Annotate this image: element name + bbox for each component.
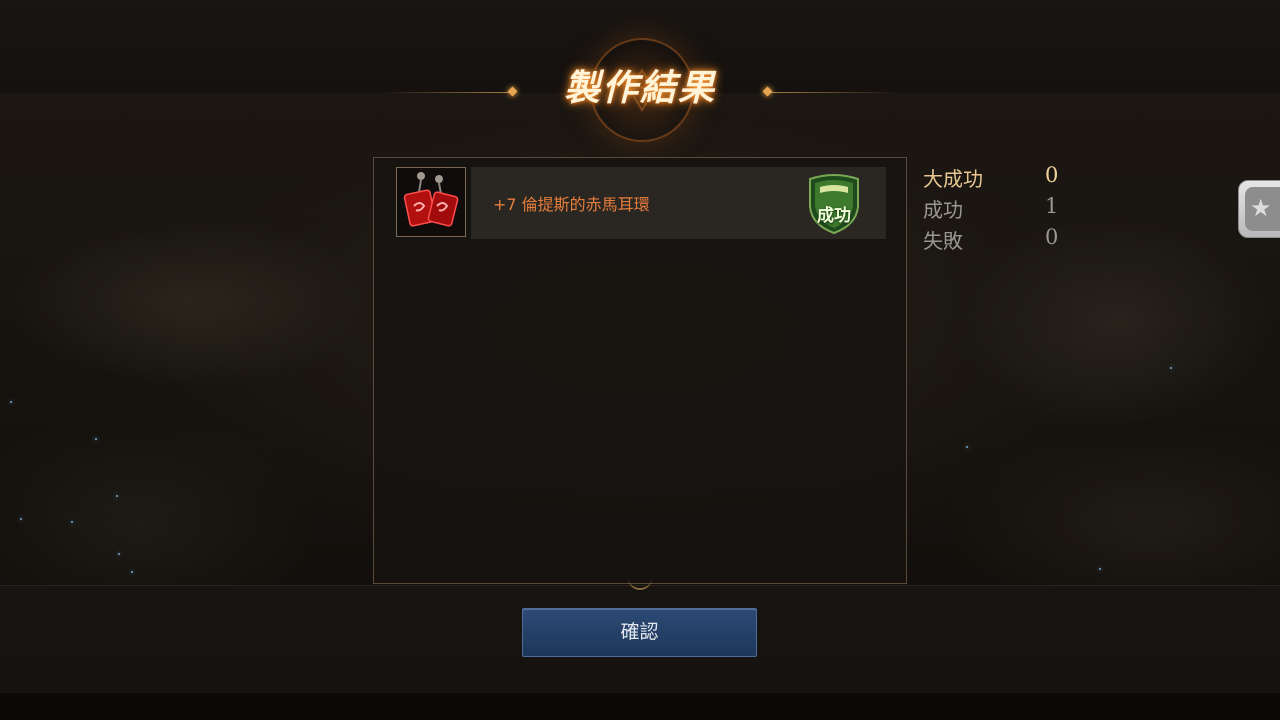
stat-label: 大成功 bbox=[923, 167, 983, 191]
result-row[interactable]: +7 倫提斯的赤馬耳環 成功 bbox=[396, 167, 886, 239]
result-stats: 大成功 0 成功 1 失敗 0 bbox=[923, 163, 1063, 256]
title-line-right bbox=[770, 92, 900, 93]
stat-row-great-success: 大成功 0 bbox=[923, 163, 1063, 194]
stat-row-success: 成功 1 bbox=[923, 194, 1063, 225]
crafting-result-screen: 製作結果 +7 倫提斯的赤馬耳環 成功 大成功 0 成功 1 失敗 0 ★ 確認 bbox=[0, 0, 1280, 720]
success-badge: 成功 bbox=[806, 173, 862, 235]
success-badge-label: 成功 bbox=[817, 206, 851, 226]
title-line-left bbox=[380, 92, 510, 93]
side-favorites-tab[interactable]: ★ bbox=[1238, 180, 1280, 238]
stat-value: 0 bbox=[1045, 163, 1059, 187]
stat-label: 成功 bbox=[923, 198, 963, 222]
stat-row-failure: 失敗 0 bbox=[923, 225, 1063, 256]
red-horse-earring-icon[interactable] bbox=[396, 167, 466, 237]
item-name-bar: +7 倫提斯的赤馬耳環 成功 bbox=[471, 167, 886, 239]
confirm-button[interactable]: 確認 bbox=[522, 608, 757, 657]
side-tab-inner: ★ bbox=[1245, 187, 1280, 231]
stat-value: 1 bbox=[1045, 194, 1059, 218]
stat-label: 失敗 bbox=[923, 229, 963, 253]
stat-value: 0 bbox=[1045, 225, 1059, 249]
footer-band bbox=[0, 693, 1280, 720]
star-icon: ★ bbox=[1250, 194, 1272, 222]
item-name: +7 倫提斯的赤馬耳環 bbox=[493, 195, 650, 214]
dialog-title: 製作結果 bbox=[563, 68, 716, 109]
